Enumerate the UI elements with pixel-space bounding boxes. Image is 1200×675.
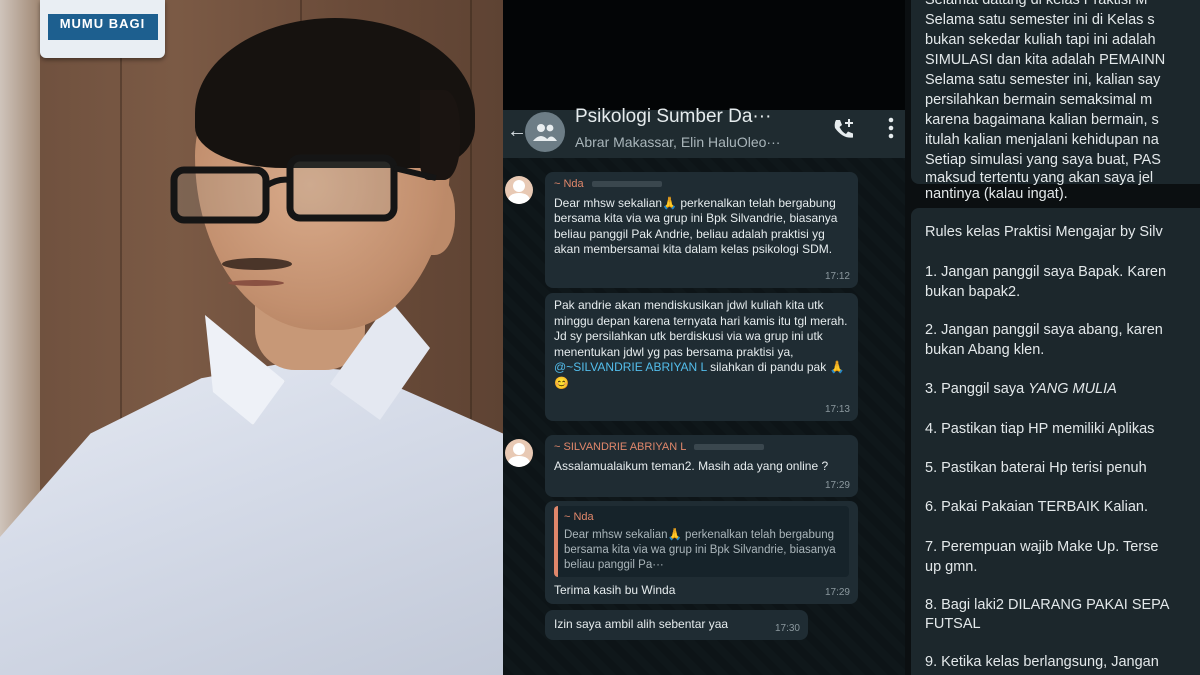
redacted-number [694,444,765,451]
message-time: 17:29 [824,586,850,598]
group-members[interactable]: Abrar Makassar, Elin HaluOleo··· [575,134,780,150]
rule-item-text: 3. Panggil saya [925,381,1029,397]
mention-link[interactable]: @~SILVANDRIE ABRIYAN L [554,360,707,374]
rule-item: 2. Jangan panggil saya abang, karen [925,322,1163,338]
whatsapp-group-chat: ← Psikologi Sumber Da··· Abrar Makassar,… [503,0,905,675]
wall-sign: MUMU BAGI [40,0,165,58]
avatar[interactable] [505,176,533,204]
more-vert-icon[interactable] [887,116,895,140]
message-time: 17:29 [824,479,850,491]
intro-line: nantinya (kalau ingat). [925,186,1068,202]
message-time: 17:13 [824,403,850,415]
message-time: 17:30 [774,622,800,634]
rule-item: 7. Perempuan wajib Make Up. Terse [925,539,1159,555]
redacted-number [591,181,662,188]
message-text: Izin saya ambil alih sebentar yaa [554,617,729,631]
intro-line: Selama satu semester ini, kalian say [925,72,1161,88]
intro-line: Selama satu semester ini di Kelas s [925,12,1155,28]
intro-line: SIMULASI dan kita adalah PEMAINN [925,52,1166,68]
intro-line: Selamat datang di kelas Praktisi M [925,0,1148,8]
message-bubble[interactable]: Izin saya ambil alih sebentar yaa 17:30 [545,610,808,640]
add-call-icon[interactable] [831,116,857,142]
rule-item: 3. Panggil saya YANG MULIA [925,381,1117,397]
avatar[interactable] [505,439,533,467]
message-text: Terima kasih bu Winda [554,583,676,597]
rule-item: 5. Pastikan baterai Hp terisi penuh [925,460,1147,476]
quoted-text: Dear mhsw sekalian🙏 perkenalkan telah be… [564,529,836,571]
message-list[interactable]: ~ Nda Dear mhsw sekalian🙏 perkenalkan te… [503,158,905,675]
rule-item: 4. Pastikan tiap HP memiliki Aplikas [925,421,1155,437]
rule-item: 9. Ketika kelas berlangsung, Jangan [925,654,1159,670]
intro-line: Setiap simulasi yang saya buat, PAS [925,152,1161,168]
group-title[interactable]: Psikologi Sumber Da··· [575,106,771,128]
chat-header: ← Psikologi Sumber Da··· Abrar Makassar,… [503,106,905,158]
quoted-sender: ~ Nda [564,511,594,523]
message-bubble[interactable]: Pak andrie akan mendiskusikan jdwl kulia… [545,293,858,421]
screen-top-area [503,0,905,110]
rules-heading: Rules kelas Praktisi Mengajar by Silv [925,224,1163,240]
arrow-left-icon[interactable]: ← [507,120,527,143]
message-bubble[interactable]: ~ Nda Dear mhsw sekalian🙏 perkenalkan te… [545,172,858,288]
mouth [228,280,284,286]
intro-line: maksud tertentu yang akan saya jel [925,170,1154,186]
wall-sign-text: MUMU BAGI [59,16,146,31]
mustache [222,258,292,270]
group-avatar[interactable] [525,112,565,152]
message-text: Dear mhsw sekalian🙏 perkenalkan telah be… [554,195,838,257]
intro-line: itulah kalian menjalani kehidupan na [925,132,1159,148]
rule-item: bukan bapak2. [925,284,1021,300]
intro-line: persilahkan bermain semaksimal m [925,92,1153,108]
rule-item: up gmn. [925,559,978,575]
rule-item: 8. Bagi laki2 DILARANG PAKAI SEPA [925,597,1170,613]
intro-line: bukan sekedar kuliah tapi ini adalah [925,32,1156,48]
intro-line: karena bagaimana kalian bermain, s [925,112,1159,128]
message-sender: ~ Nda [554,177,849,193]
quoted-message[interactable]: ~ Nda Dear mhsw sekalian🙏 perkenalkan te… [554,506,849,577]
message-bubble[interactable]: ~ SILVANDRIE ABRIYAN L Assalamualaikum t… [545,435,858,497]
rule-item: 6. Pakai Pakaian TERBAIK Kalian. [925,499,1148,515]
person-photo: MUMU BAGI [0,0,503,675]
rules-chat-screenshot: Selamat datang di kelas Praktisi M Selam… [905,0,1200,675]
message-text: Assalamualaikum teman2. Masih ada yang o… [554,458,829,473]
rule-item: FUTSAL [925,616,981,632]
rule-item-emphasis: YANG MULIA [1028,381,1117,397]
rule-item: 1. Jangan panggil saya Bapak. Karen [925,264,1167,280]
reply-message-bubble[interactable]: ~ Nda Dear mhsw sekalian🙏 perkenalkan te… [545,501,858,604]
message-sender: ~ SILVANDRIE ABRIYAN L [554,440,849,456]
group-icon [533,124,557,141]
eyeglasses [170,154,437,224]
message-time: 17:12 [824,270,850,282]
message-text: Pak andrie akan mendiskusikan jdwl kulia… [554,298,848,359]
rule-item: bukan Abang klen. [925,342,1045,358]
